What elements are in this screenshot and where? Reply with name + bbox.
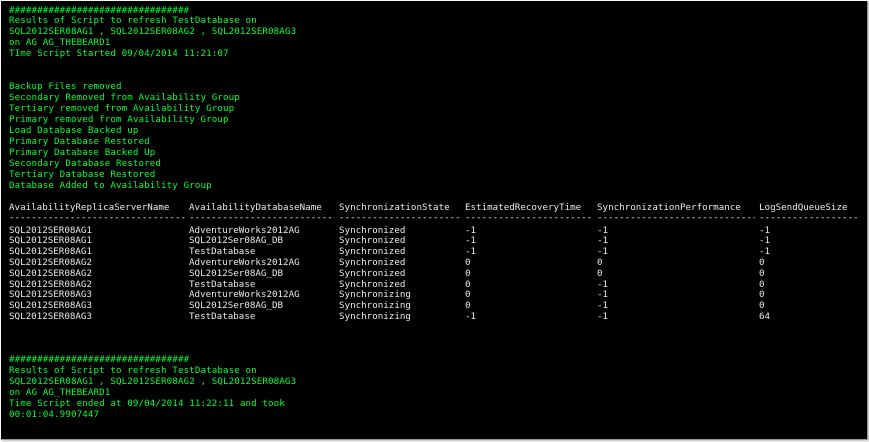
cell-database-name: TestDatabase [189, 311, 256, 322]
status-line: Load Database Backed up [9, 125, 139, 136]
cell-sync-performance: -1 [597, 235, 609, 246]
status-line: Backup Files removed [9, 81, 122, 92]
column-separator-dashes: ----------------------------------------… [465, 212, 593, 223]
footer-servers-line: SQL2012SER08AG1 , SQL2012SER08AG2 , SQL2… [9, 376, 297, 387]
footer-results-line: Results of Script to refresh TestDatabas… [9, 365, 257, 376]
cell-database-name: AdventureWorks2012AG [189, 289, 300, 300]
status-line: Primary Database Backed Up [9, 147, 156, 158]
cell-recovery-time: -1 [465, 246, 477, 257]
cell-replica-server: SQL2012SER08AG2 [9, 257, 92, 268]
cell-sync-state: Synchronizing [339, 300, 411, 311]
cell-log-send-queue: 0 [759, 257, 765, 268]
column-separator-dashes: ----------------------------------------… [189, 212, 335, 223]
cell-recovery-time: 0 [465, 268, 471, 279]
cell-log-send-queue: 0 [759, 268, 765, 279]
column-separator-dashes: ----------------------------------------… [597, 212, 755, 223]
status-line: Primary Database Restored [9, 136, 150, 147]
cell-replica-server: SQL2012SER08AG2 [9, 268, 92, 279]
cell-sync-performance: 0 [597, 257, 603, 268]
status-line: Primary removed from Availability Group [9, 114, 229, 125]
cell-sync-performance: -1 [597, 300, 609, 311]
header-ag-line: on AG AG_THEBEARD1 [9, 37, 111, 48]
cell-recovery-time: -1 [465, 235, 477, 246]
cell-sync-performance: -1 [597, 289, 609, 300]
cell-sync-state: Synchronizing [339, 311, 411, 322]
cell-database-name: TestDatabase [189, 246, 256, 257]
footer-ag-line: on AG AG_THEBEARD1 [9, 387, 111, 398]
status-line: Secondary Removed from Availability Grou… [9, 92, 240, 103]
cell-replica-server: SQL2012SER08AG3 [9, 311, 92, 322]
column-separator-dashes: ----------------------------------------… [759, 212, 859, 223]
cell-database-name: SQL2012Ser08AG_DB [189, 268, 284, 279]
cell-recovery-time: 0 [465, 300, 471, 311]
status-line: Secondary Database Restored [9, 158, 162, 169]
cell-log-send-queue: 64 [759, 311, 771, 322]
cell-database-name: SQL2012Ser08AG_DB [189, 235, 284, 246]
cell-log-send-queue: 0 [759, 289, 765, 300]
header-results-line: Results of Script to refresh TestDatabas… [9, 15, 257, 26]
status-line: Database Added to Availability Group [9, 180, 212, 191]
cell-replica-server: SQL2012SER08AG3 [9, 289, 92, 300]
cell-recovery-time: 0 [465, 257, 471, 268]
cell-database-name: AdventureWorks2012AG [189, 257, 300, 268]
cell-sync-state: Synchronizing [339, 289, 411, 300]
cell-log-send-queue: 0 [759, 300, 765, 311]
column-separator-dashes: ----------------------------------------… [9, 212, 185, 223]
cell-replica-server: SQL2012SER08AG1 [9, 235, 92, 246]
cell-database-name: SQL2012Ser08AG_DB [189, 300, 284, 311]
cell-replica-server: SQL2012SER08AG3 [9, 300, 92, 311]
header-start-time-line: TIme Script Started 09/04/2014 11:21:07 [9, 48, 229, 59]
footer-hash-line: ################################ [9, 354, 190, 365]
cell-sync-performance: -1 [597, 311, 609, 322]
cell-replica-server: SQL2012SER08AG1 [9, 246, 92, 257]
cell-recovery-time: 0 [465, 289, 471, 300]
cell-log-send-queue: -1 [759, 246, 771, 257]
cell-sync-performance: -1 [597, 246, 609, 257]
cell-sync-state: Synchronized [339, 268, 406, 279]
header-servers-line: SQL2012SER08AG1 , SQL2012SER08AG2 , SQL2… [9, 26, 297, 37]
status-line: Tertiary Database Restored [9, 169, 156, 180]
powershell-console-window[interactable]: ################################ Results… [1, 1, 868, 440]
status-line: Tertiary removed from Availability Group [9, 103, 235, 114]
cell-sync-state: Synchronized [339, 246, 406, 257]
cell-sync-performance: 0 [597, 268, 603, 279]
cell-sync-state: Synchronized [339, 235, 406, 246]
footer-end-time-line: Time Script ended at 09/04/2014 11:22:11… [9, 398, 285, 409]
cell-sync-state: Synchronized [339, 257, 406, 268]
column-separator-dashes: ----------------------------------------… [339, 212, 461, 223]
footer-duration-line: 00:01:04.9907447 [9, 409, 100, 420]
cell-recovery-time: -1 [465, 311, 477, 322]
cell-log-send-queue: -1 [759, 235, 771, 246]
